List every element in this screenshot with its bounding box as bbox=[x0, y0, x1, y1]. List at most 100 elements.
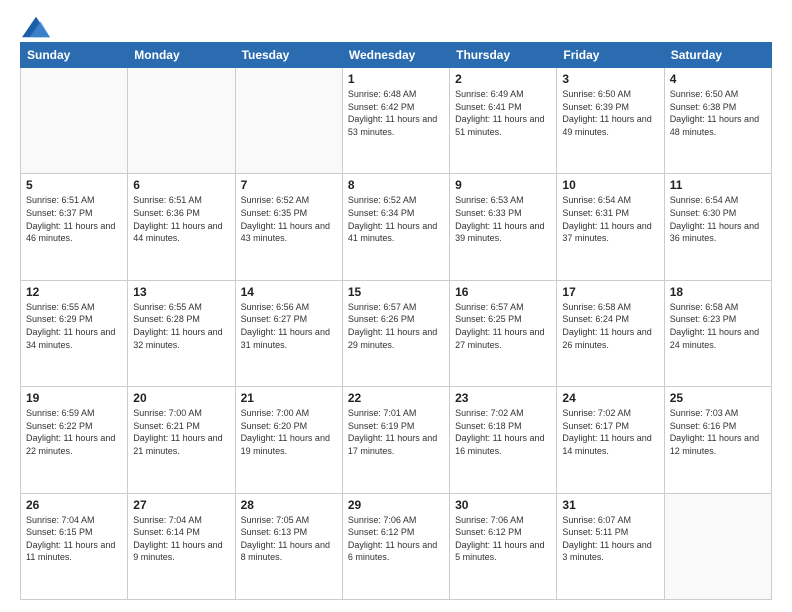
week-row-3: 19 Sunrise: 6:59 AM Sunset: 6:22 PM Dayli… bbox=[21, 387, 772, 493]
week-row-1: 5Sunrise: 6:51 AM Sunset: 6:37 PM Daylig… bbox=[21, 174, 772, 280]
day-number: 1 bbox=[348, 72, 444, 86]
day-info: Sunrise: 6:57 AM Sunset: 6:26 PM Dayligh… bbox=[348, 301, 444, 351]
day-cell: 13 Sunrise: 6:55 AM Sunset: 6:28 PM Dayli… bbox=[128, 280, 235, 386]
logo bbox=[20, 16, 50, 34]
day-number: 4 bbox=[670, 72, 766, 86]
day-cell bbox=[21, 68, 128, 174]
day-cell: 17 Sunrise: 6:58 AM Sunset: 6:24 PM Dayli… bbox=[557, 280, 664, 386]
day-number: 6 bbox=[133, 178, 229, 192]
day-info: Sunrise: 7:03 AM Sunset: 6:16 PM Dayligh… bbox=[670, 407, 766, 457]
day-cell: 23 Sunrise: 7:02 AM Sunset: 6:18 PM Dayli… bbox=[450, 387, 557, 493]
logo-text bbox=[20, 16, 50, 38]
day-number: 31 bbox=[562, 498, 658, 512]
col-monday: Monday bbox=[128, 43, 235, 68]
day-number: 27 bbox=[133, 498, 229, 512]
day-cell: 22 Sunrise: 7:01 AM Sunset: 6:19 PM Dayli… bbox=[342, 387, 449, 493]
day-number: 29 bbox=[348, 498, 444, 512]
day-cell: 9 Sunrise: 6:53 AM Sunset: 6:33 PM Daylig… bbox=[450, 174, 557, 280]
day-number: 19 bbox=[26, 391, 122, 405]
logo-icon bbox=[22, 16, 50, 38]
week-row-4: 26 Sunrise: 7:04 AM Sunset: 6:15 PM Dayli… bbox=[21, 493, 772, 599]
day-cell: 26 Sunrise: 7:04 AM Sunset: 6:15 PM Dayli… bbox=[21, 493, 128, 599]
day-info: Sunrise: 7:04 AM Sunset: 6:15 PM Dayligh… bbox=[26, 514, 122, 564]
day-info: Sunrise: 7:01 AM Sunset: 6:19 PM Dayligh… bbox=[348, 407, 444, 457]
col-sunday: Sunday bbox=[21, 43, 128, 68]
day-info: Sunrise: 7:00 AM Sunset: 6:20 PM Dayligh… bbox=[241, 407, 337, 457]
day-cell: 31 Sunrise: 6:07 AM Sunset: 5:11 PM Dayli… bbox=[557, 493, 664, 599]
col-thursday: Thursday bbox=[450, 43, 557, 68]
day-info: Sunrise: 7:00 AM Sunset: 6:21 PM Dayligh… bbox=[133, 407, 229, 457]
day-cell: 25 Sunrise: 7:03 AM Sunset: 6:16 PM Dayli… bbox=[664, 387, 771, 493]
day-number: 26 bbox=[26, 498, 122, 512]
header bbox=[20, 16, 772, 34]
day-cell: 5Sunrise: 6:51 AM Sunset: 6:37 PM Daylig… bbox=[21, 174, 128, 280]
day-info: Sunrise: 7:06 AM Sunset: 6:12 PM Dayligh… bbox=[348, 514, 444, 564]
day-number: 28 bbox=[241, 498, 337, 512]
day-cell: 4 Sunrise: 6:50 AM Sunset: 6:38 PM Daylig… bbox=[664, 68, 771, 174]
day-info: Sunrise: 6:54 AM Sunset: 6:31 PM Dayligh… bbox=[562, 194, 658, 244]
day-cell: 15 Sunrise: 6:57 AM Sunset: 6:26 PM Dayli… bbox=[342, 280, 449, 386]
day-number: 2 bbox=[455, 72, 551, 86]
day-info: Sunrise: 6:07 AM Sunset: 5:11 PM Dayligh… bbox=[562, 514, 658, 564]
day-cell: 27 Sunrise: 7:04 AM Sunset: 6:14 PM Dayli… bbox=[128, 493, 235, 599]
day-cell bbox=[128, 68, 235, 174]
day-cell: 1Sunrise: 6:48 AM Sunset: 6:42 PM Daylig… bbox=[342, 68, 449, 174]
day-info: Sunrise: 6:50 AM Sunset: 6:39 PM Dayligh… bbox=[562, 88, 658, 138]
day-cell: 28 Sunrise: 7:05 AM Sunset: 6:13 PM Dayli… bbox=[235, 493, 342, 599]
day-info: Sunrise: 6:57 AM Sunset: 6:25 PM Dayligh… bbox=[455, 301, 551, 351]
day-info: Sunrise: 6:54 AM Sunset: 6:30 PM Dayligh… bbox=[670, 194, 766, 244]
day-info: Sunrise: 6:58 AM Sunset: 6:24 PM Dayligh… bbox=[562, 301, 658, 351]
day-number: 20 bbox=[133, 391, 229, 405]
day-info: Sunrise: 6:55 AM Sunset: 6:29 PM Dayligh… bbox=[26, 301, 122, 351]
day-number: 12 bbox=[26, 285, 122, 299]
day-cell: 2 Sunrise: 6:49 AM Sunset: 6:41 PM Daylig… bbox=[450, 68, 557, 174]
day-info: Sunrise: 7:05 AM Sunset: 6:13 PM Dayligh… bbox=[241, 514, 337, 564]
day-number: 8 bbox=[348, 178, 444, 192]
col-wednesday: Wednesday bbox=[342, 43, 449, 68]
day-cell: 21 Sunrise: 7:00 AM Sunset: 6:20 PM Dayli… bbox=[235, 387, 342, 493]
day-cell: 14Sunrise: 6:56 AM Sunset: 6:27 PM Dayli… bbox=[235, 280, 342, 386]
day-info: Sunrise: 6:55 AM Sunset: 6:28 PM Dayligh… bbox=[133, 301, 229, 351]
day-info: Sunrise: 7:02 AM Sunset: 6:18 PM Dayligh… bbox=[455, 407, 551, 457]
day-cell: 24 Sunrise: 7:02 AM Sunset: 6:17 PM Dayli… bbox=[557, 387, 664, 493]
col-tuesday: Tuesday bbox=[235, 43, 342, 68]
day-info: Sunrise: 7:04 AM Sunset: 6:14 PM Dayligh… bbox=[133, 514, 229, 564]
day-number: 14 bbox=[241, 285, 337, 299]
day-number: 18 bbox=[670, 285, 766, 299]
day-cell: 16 Sunrise: 6:57 AM Sunset: 6:25 PM Dayli… bbox=[450, 280, 557, 386]
day-cell: 7Sunrise: 6:52 AM Sunset: 6:35 PM Daylig… bbox=[235, 174, 342, 280]
day-cell: 29 Sunrise: 7:06 AM Sunset: 6:12 PM Dayli… bbox=[342, 493, 449, 599]
day-number: 24 bbox=[562, 391, 658, 405]
day-number: 17 bbox=[562, 285, 658, 299]
day-number: 21 bbox=[241, 391, 337, 405]
day-number: 23 bbox=[455, 391, 551, 405]
day-cell: 30Sunrise: 7:06 AM Sunset: 6:12 PM Dayli… bbox=[450, 493, 557, 599]
day-info: Sunrise: 6:59 AM Sunset: 6:22 PM Dayligh… bbox=[26, 407, 122, 457]
day-number: 30 bbox=[455, 498, 551, 512]
day-cell: 11 Sunrise: 6:54 AM Sunset: 6:30 PM Dayli… bbox=[664, 174, 771, 280]
week-row-2: 12 Sunrise: 6:55 AM Sunset: 6:29 PM Dayli… bbox=[21, 280, 772, 386]
day-number: 25 bbox=[670, 391, 766, 405]
day-info: Sunrise: 6:53 AM Sunset: 6:33 PM Dayligh… bbox=[455, 194, 551, 244]
day-number: 15 bbox=[348, 285, 444, 299]
day-cell bbox=[664, 493, 771, 599]
day-info: Sunrise: 7:02 AM Sunset: 6:17 PM Dayligh… bbox=[562, 407, 658, 457]
col-friday: Friday bbox=[557, 43, 664, 68]
day-number: 13 bbox=[133, 285, 229, 299]
day-info: Sunrise: 6:51 AM Sunset: 6:37 PM Dayligh… bbox=[26, 194, 122, 244]
day-number: 11 bbox=[670, 178, 766, 192]
day-info: Sunrise: 6:58 AM Sunset: 6:23 PM Dayligh… bbox=[670, 301, 766, 351]
day-number: 3 bbox=[562, 72, 658, 86]
day-info: Sunrise: 6:52 AM Sunset: 6:34 PM Dayligh… bbox=[348, 194, 444, 244]
day-cell: 18 Sunrise: 6:58 AM Sunset: 6:23 PM Dayli… bbox=[664, 280, 771, 386]
col-saturday: Saturday bbox=[664, 43, 771, 68]
day-number: 16 bbox=[455, 285, 551, 299]
day-cell: 6Sunrise: 6:51 AM Sunset: 6:36 PM Daylig… bbox=[128, 174, 235, 280]
day-number: 9 bbox=[455, 178, 551, 192]
header-row: Sunday Monday Tuesday Wednesday Thursday… bbox=[21, 43, 772, 68]
day-number: 22 bbox=[348, 391, 444, 405]
day-info: Sunrise: 6:49 AM Sunset: 6:41 PM Dayligh… bbox=[455, 88, 551, 138]
day-info: Sunrise: 6:50 AM Sunset: 6:38 PM Dayligh… bbox=[670, 88, 766, 138]
day-cell: 19 Sunrise: 6:59 AM Sunset: 6:22 PM Dayli… bbox=[21, 387, 128, 493]
week-row-0: 1Sunrise: 6:48 AM Sunset: 6:42 PM Daylig… bbox=[21, 68, 772, 174]
